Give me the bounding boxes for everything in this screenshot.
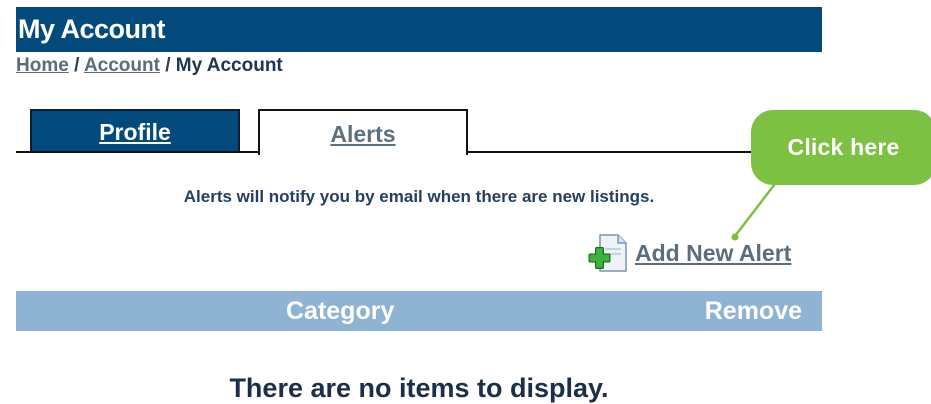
- alerts-table-header: Category Remove: [16, 291, 822, 331]
- breadcrumb: Home / Account / My Account: [16, 54, 283, 78]
- page-header: My Account: [16, 7, 822, 52]
- callout-text: Click here: [787, 134, 900, 160]
- click-here-callout: Click here: [751, 110, 931, 185]
- add-new-alert-link[interactable]: Add New Alert: [588, 233, 791, 273]
- add-new-alert-label: Add New Alert: [635, 239, 792, 266]
- empty-table-message: There are no items to display.: [229, 373, 609, 403]
- page-title: My Account: [18, 14, 166, 44]
- column-header-category: Category: [286, 297, 395, 325]
- breadcrumb-separator: /: [68, 55, 84, 76]
- breadcrumb-account-link[interactable]: Account: [84, 55, 160, 76]
- breadcrumb-separator: /: [159, 55, 176, 76]
- breadcrumb-current: My Account: [175, 55, 283, 76]
- breadcrumb-home-link[interactable]: Home: [16, 55, 69, 76]
- tab-alerts-label: Alerts: [330, 121, 396, 147]
- alerts-info-text: Alerts will notify you by email when the…: [183, 187, 655, 206]
- tab-profile-label: Profile: [99, 119, 171, 145]
- column-header-remove: Remove: [704, 297, 802, 325]
- tab-alerts[interactable]: Alerts: [258, 109, 468, 155]
- tab-profile[interactable]: Profile: [30, 109, 240, 153]
- add-document-icon: [588, 234, 627, 272]
